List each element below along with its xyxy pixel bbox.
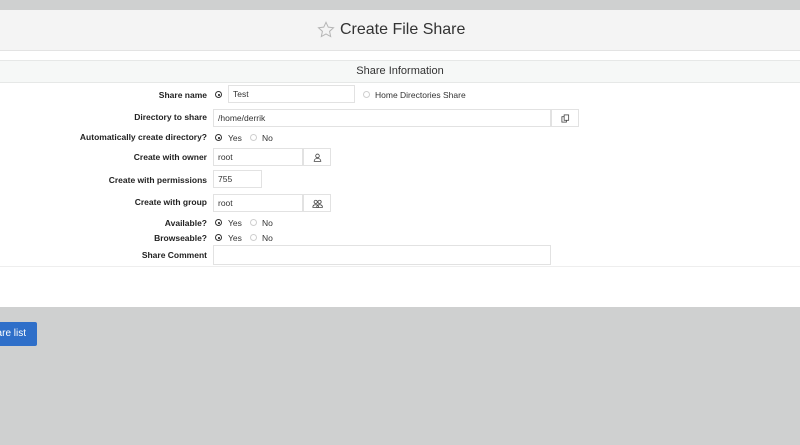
auto-create-label: Automatically create directory? [79,132,207,142]
auto-create-yes-radio[interactable] [215,134,222,141]
group-label: Create with group [134,197,207,207]
section-title: Share Information [0,60,800,83]
user-icon [313,153,321,162]
home-directories-radio[interactable] [363,91,370,98]
browseable-no-label: No [262,233,273,243]
group-input[interactable]: root [213,194,303,212]
users-icon [311,199,323,208]
auto-create-no-radio[interactable] [250,134,257,141]
available-yes-label: Yes [228,218,242,228]
star-icon[interactable] [316,20,336,40]
browseable-no-radio[interactable] [250,234,257,241]
share-name-input[interactable]: Test [228,85,355,103]
page-header: Create File Share [0,10,800,51]
share-name-label: Share name [158,90,207,100]
return-button-label: are list [0,328,26,339]
copy-icon [560,113,569,123]
available-yes-radio[interactable] [215,219,222,226]
browseable-yes-label: Yes [228,233,242,243]
share-comment-input[interactable] [213,245,551,265]
owner-input[interactable]: root [213,148,303,166]
return-to-share-list-button[interactable]: are list [0,322,37,346]
auto-create-yes-label: Yes [228,133,242,143]
browseable-label: Browseable? [154,233,207,243]
owner-label: Create with owner [133,152,207,162]
page-title: Create File Share [340,21,466,38]
group-chooser-button[interactable] [303,194,331,212]
permissions-label: Create with permissions [108,175,207,185]
share-name-radio[interactable] [215,91,222,98]
directory-input[interactable]: /home/derrik [213,109,551,127]
share-comment-label: Share Comment [141,250,207,260]
auto-create-no-label: No [262,133,273,143]
available-label: Available? [164,218,207,228]
owner-chooser-button[interactable] [303,148,331,166]
directory-label: Directory to share [134,112,207,122]
form-divider [0,266,800,267]
permissions-input[interactable]: 755 [213,170,262,188]
main-panel: Create File Share Share Information Shar… [0,10,800,307]
available-no-label: No [262,218,273,228]
available-no-radio[interactable] [250,219,257,226]
browseable-yes-radio[interactable] [215,234,222,241]
directory-chooser-button[interactable] [551,109,579,127]
home-directories-label: Home Directories Share [375,90,466,100]
title-wrap: Create File Share [316,19,465,41]
